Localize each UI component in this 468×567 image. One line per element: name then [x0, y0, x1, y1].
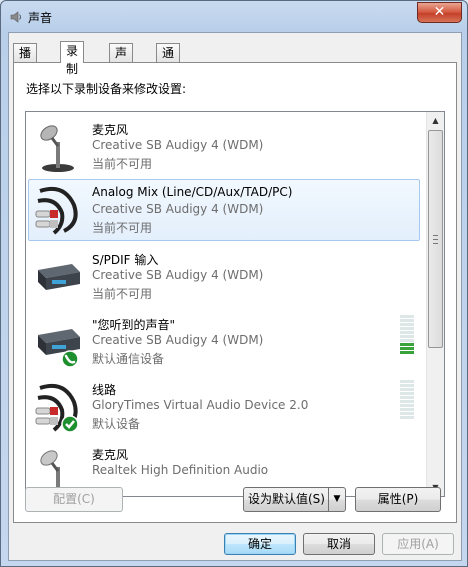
device-name: S/PDIF 输入 — [92, 253, 159, 267]
microphone-icon — [40, 125, 74, 172]
configure-button[interactable]: 配置(C) — [25, 487, 123, 512]
device-status: 当前不可用 — [92, 157, 153, 171]
window-title: 声音 — [28, 11, 53, 25]
device-driver: Realtek High Definition Audio — [92, 463, 269, 477]
level-meter-segment — [400, 380, 414, 383]
level-meter-segment — [400, 396, 414, 399]
speaker-icon — [10, 11, 21, 23]
dropdown-arrow-icon[interactable]: ▼ — [328, 488, 345, 511]
grip-icon — [433, 235, 438, 244]
list-item[interactable]: 麦克风 Creative SB Audigy 4 (WDM) 当前不可用 — [26, 114, 426, 178]
tab-sounds[interactable]: 声音 — [109, 43, 134, 78]
list-scrollbar[interactable]: ▲ ▼ — [426, 112, 444, 496]
apply-button[interactable]: 应用(A) — [382, 533, 454, 555]
scroll-thumb[interactable] — [428, 130, 443, 348]
level-meter-segment — [400, 351, 414, 354]
level-meter-segment — [400, 388, 414, 391]
level-meter-segment — [400, 315, 414, 318]
tab-recording[interactable]: 录制 — [60, 41, 85, 76]
level-meter-segment — [400, 416, 414, 419]
dialog-client-area: 播放 录制 声音 通信 选择以下录制设备来修改设置: 麦克风 Creative … — [8, 32, 462, 561]
device-name: 麦克风 — [92, 448, 129, 462]
phone-badge-icon — [61, 350, 79, 367]
device-driver: Creative SB Audigy 4 (WDM) — [92, 268, 264, 282]
device-status: 当前不可用 — [92, 221, 153, 235]
recording-tab-panel: 选择以下录制设备来修改设置: 麦克风 Creative SB Audigy 4 … — [13, 62, 457, 523]
close-button[interactable]: ✕ — [417, 2, 462, 23]
audio-cable-icon — [35, 186, 78, 235]
level-meter-segment — [400, 319, 414, 322]
tab-playback[interactable]: 播放 — [13, 43, 38, 78]
list-item-selected[interactable]: Analog Mix (Line/CD/Aux/TAD/PC) Creative… — [28, 179, 420, 241]
level-meter-segment — [400, 327, 414, 330]
cancel-button[interactable]: 取消 — [303, 533, 375, 555]
level-meter-segment — [400, 339, 414, 342]
device-status: 当前不可用 — [92, 287, 153, 301]
device-status: 默认设备 — [92, 417, 141, 431]
device-driver: GloryTimes Virtual Audio Device 2.0 — [92, 398, 309, 412]
set-default-split-button[interactable]: 设为默认值(S) ▼ — [243, 487, 346, 512]
sound-dialog-window: 声音 ✕ 播放 录制 声音 通信 选择以下录制设备来修改设置: — [0, 0, 468, 567]
list-item[interactable]: S/PDIF 输入 Creative SB Audigy 4 (WDM) 当前不… — [26, 244, 426, 308]
level-meter-segment — [400, 347, 414, 350]
list-item[interactable]: "您听到的声音" Creative SB Audigy 4 (WDM) 默认通信… — [26, 309, 426, 373]
device-driver: Creative SB Audigy 4 (WDM) — [92, 138, 264, 152]
level-meter-segment — [400, 335, 414, 338]
level-meter-segment — [400, 408, 414, 411]
device-driver: Creative SB Audigy 4 (WDM) — [92, 202, 264, 216]
scroll-up-arrow-icon[interactable]: ▲ — [427, 112, 444, 129]
list-item[interactable]: 线路 GloryTimes Virtual Audio Device 2.0 默… — [26, 374, 426, 438]
sound-card-icon — [38, 329, 80, 367]
level-meter-segment — [400, 400, 414, 403]
audio-cable-icon — [35, 383, 79, 432]
level-meter-segment — [400, 384, 414, 387]
level-meter-segment — [400, 323, 414, 326]
level-meter-segment — [400, 404, 414, 407]
recording-device-list[interactable]: 麦克风 Creative SB Audigy 4 (WDM) 当前不可用 Ana… — [25, 111, 445, 497]
sound-card-icon — [38, 264, 80, 290]
device-driver: Creative SB Audigy 4 (WDM) — [92, 333, 264, 347]
device-name: 麦克风 — [92, 123, 129, 137]
title-bar[interactable]: 声音 ✕ — [1, 1, 467, 33]
device-name: 线路 — [92, 383, 117, 397]
ok-button[interactable]: 确定 — [224, 533, 296, 555]
level-meter-segment — [400, 412, 414, 415]
level-meter-segment — [400, 392, 414, 395]
instruction-label: 选择以下录制设备来修改设置: — [26, 82, 187, 96]
level-meter-segment — [400, 343, 414, 346]
properties-button[interactable]: 属性(P) — [355, 487, 441, 512]
device-name: Analog Mix (Line/CD/Aux/TAD/PC) — [92, 185, 293, 199]
level-meter — [400, 380, 414, 420]
device-status: 默认通信设备 — [92, 352, 165, 366]
set-default-button-label: 设为默认值(S) — [248, 492, 325, 506]
check-badge-icon — [61, 415, 79, 432]
level-meter — [400, 315, 414, 355]
tab-communications[interactable]: 通信 — [156, 43, 181, 78]
level-meter-segment — [400, 331, 414, 334]
device-name: "您听到的声音" — [92, 318, 176, 332]
